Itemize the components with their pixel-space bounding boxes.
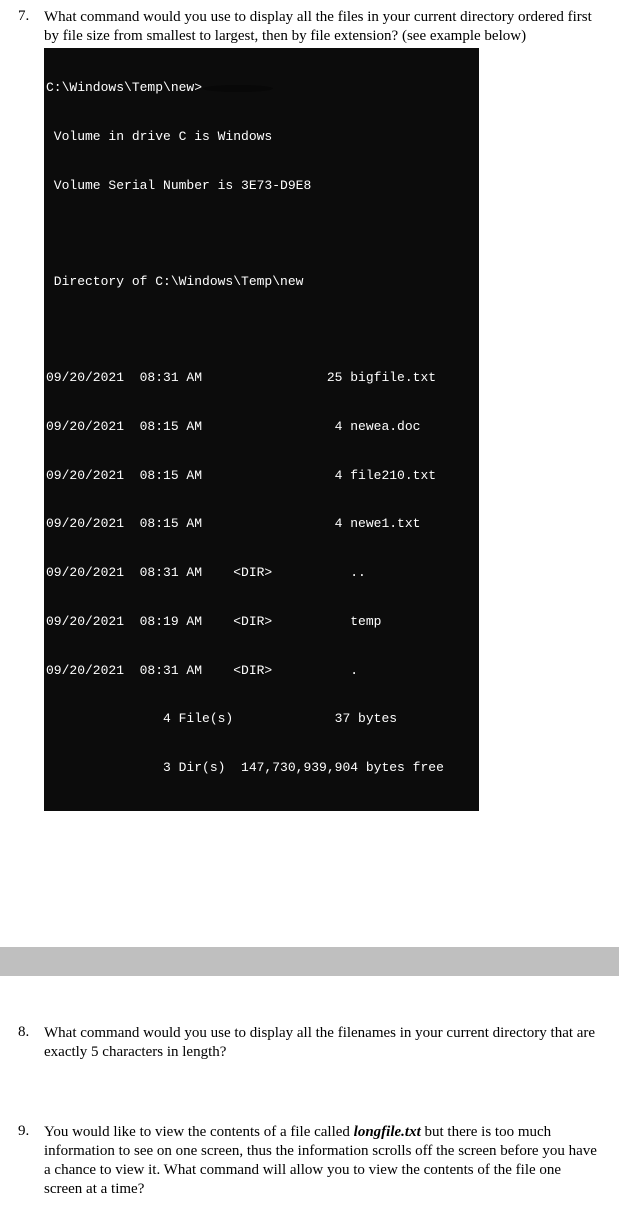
question-text-7: What command would you use to display al…: [44, 8, 601, 46]
question-number-8: 8.: [18, 1024, 44, 1041]
question-body-7: What command would you use to display al…: [44, 8, 601, 811]
question-number-7: 7.: [18, 8, 44, 25]
terminal-prompt-line: C:\Windows\Temp\new>: [44, 80, 479, 96]
question-text-9: You would like to view the contents of a…: [44, 1123, 601, 1198]
q9-text-before: You would like to view the contents of a…: [44, 1124, 354, 1140]
question-body-8: What command would you use to display al…: [44, 1024, 601, 1062]
question-8: 8. What command would you use to display…: [0, 1016, 619, 1078]
question-9: 9. You would like to view the contents o…: [0, 1115, 619, 1214]
question-body-9: You would like to view the contents of a…: [44, 1123, 601, 1198]
terminal-serial-line: Volume Serial Number is 3E73-D9E8: [44, 178, 479, 194]
terminal-output: C:\Windows\Temp\new> Volume in drive C i…: [44, 48, 479, 811]
terminal-summary-files: 4 File(s) 37 bytes: [44, 711, 479, 727]
terminal-row: 09/20/2021 08:31 AM 25 bigfile.txt: [44, 370, 479, 386]
terminal-row: 09/20/2021 08:15 AM 4 newe1.txt: [44, 516, 479, 532]
divider-band: [0, 947, 619, 976]
spacer: [0, 1077, 619, 1115]
terminal-volume-line: Volume in drive C is Windows: [44, 129, 479, 145]
terminal-directory-line: Directory of C:\Windows\Temp\new: [44, 274, 479, 290]
question-number-9: 9.: [18, 1123, 44, 1140]
question-7: 7. What command would you use to display…: [0, 0, 619, 827]
terminal-summary-dirs: 3 Dir(s) 147,730,939,904 bytes free: [44, 760, 479, 776]
terminal-row: 09/20/2021 08:15 AM 4 file210.txt: [44, 468, 479, 484]
terminal-blank-line: [44, 226, 479, 241]
terminal-row: 09/20/2021 08:31 AM <DIR> .: [44, 663, 479, 679]
terminal-row: 09/20/2021 08:15 AM 4 newea.doc: [44, 419, 479, 435]
terminal-prompt: C:\Windows\Temp\new>: [46, 80, 202, 96]
terminal-row: 09/20/2021 08:31 AM <DIR> ..: [44, 565, 479, 581]
question-text-8: What command would you use to display al…: [44, 1024, 601, 1062]
q9-filename: longfile.txt: [354, 1124, 421, 1140]
terminal-row: 09/20/2021 08:19 AM <DIR> temp: [44, 614, 479, 630]
terminal-blank-line: [44, 323, 479, 338]
